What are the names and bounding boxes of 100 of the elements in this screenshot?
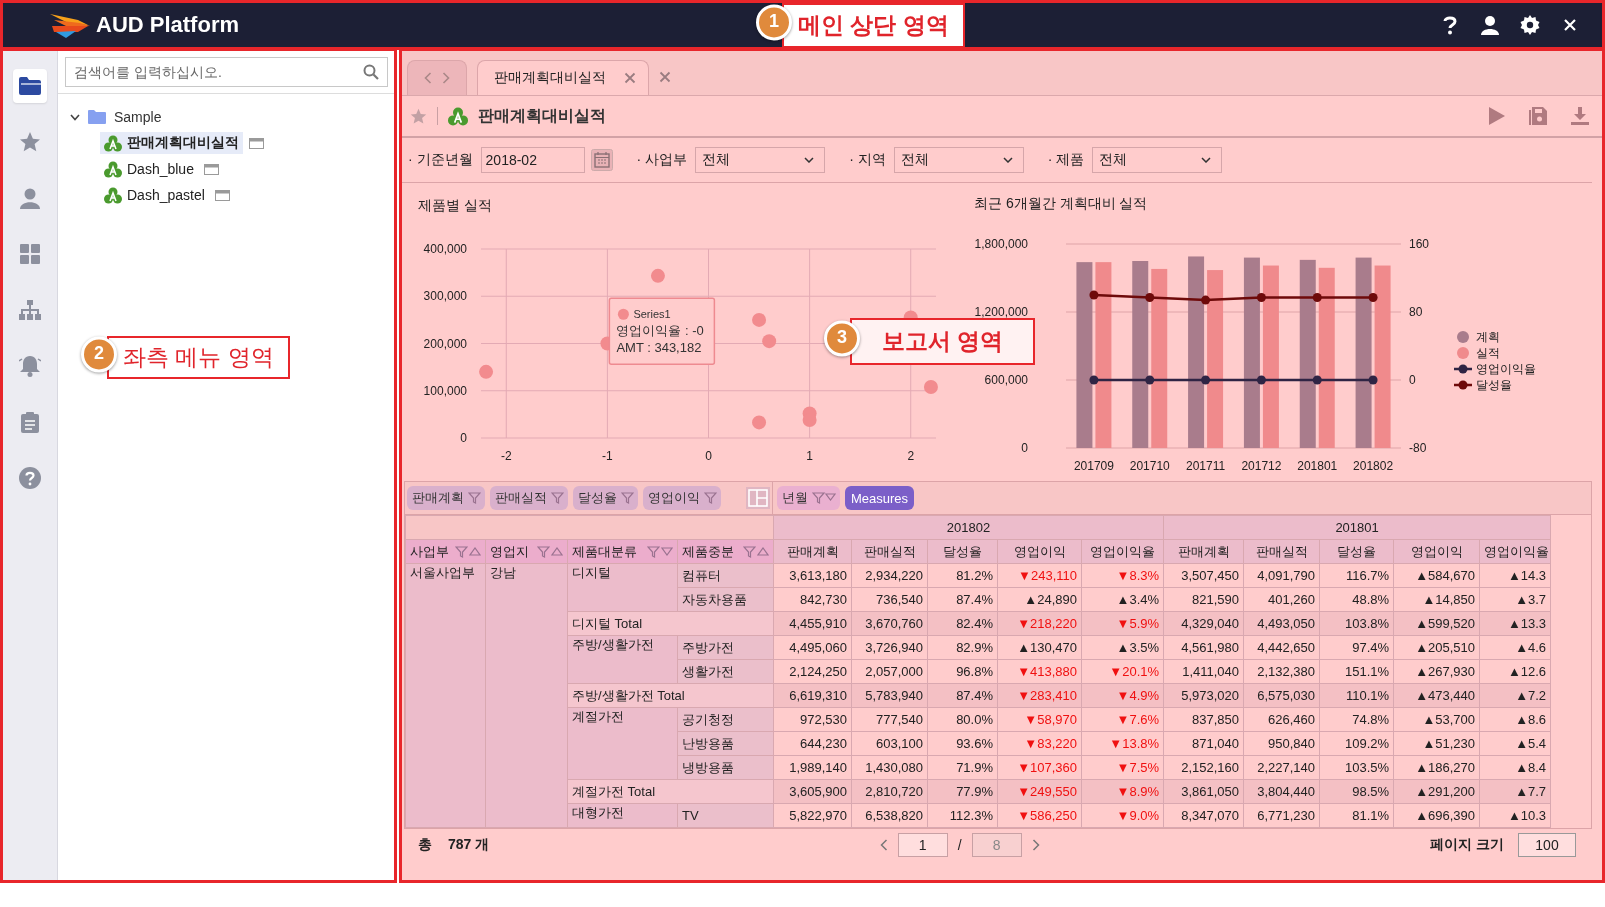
chart-title: 제품별 실적	[418, 197, 492, 215]
field-chip[interactable]: Measures	[845, 486, 915, 510]
axis-label: 201711	[1186, 459, 1226, 473]
tree-item[interactable]: Dash_blue	[100, 158, 198, 180]
axis-label: 0	[460, 431, 467, 445]
tree-item[interactable]: Dash_pastel	[100, 184, 209, 206]
field-chip[interactable]: 달성율	[573, 486, 638, 510]
filter-icon[interactable]	[647, 545, 660, 558]
close-icon[interactable]	[624, 72, 636, 84]
row-header: 주방/생활가전 Total	[567, 683, 774, 708]
row-header: 디지털	[567, 563, 678, 612]
data-point	[752, 415, 767, 430]
row-header: 주방/생활가전	[567, 635, 678, 684]
axis-label: 100,000	[423, 383, 467, 398]
window-icon[interactable]	[214, 189, 230, 201]
axis-label: 400,000	[423, 242, 467, 256]
report-tab[interactable]: 판매계획대비실적	[477, 60, 649, 95]
data-point	[752, 312, 767, 327]
axis-label: 1,200,000	[974, 305, 1028, 319]
axis-label: 1	[806, 449, 813, 463]
table-cell: ▲51,230	[1393, 731, 1480, 756]
data-point	[650, 268, 665, 283]
close-icon[interactable]	[659, 71, 671, 83]
page-count-field: 8	[971, 833, 1022, 857]
dropdown[interactable]: 전체	[893, 147, 1024, 173]
filter-label: · 기준년월	[408, 151, 473, 169]
sort-icon[interactable]	[757, 547, 769, 556]
axis-label: 1,800,000	[974, 237, 1028, 251]
field-chip[interactable]: 판매계획	[407, 486, 485, 510]
axis-label: 80	[1409, 305, 1423, 319]
play-icon[interactable]	[1488, 106, 1506, 126]
callout-label: 보고서 영역	[850, 318, 1036, 365]
filter-icon[interactable]	[551, 492, 564, 504]
field-chip[interactable]: 판매실적	[490, 486, 568, 510]
table-cell: ▲696,390	[1393, 803, 1480, 828]
table-cell: ▲473,440	[1393, 683, 1480, 708]
table-cell: ▲14,850	[1393, 587, 1480, 612]
axis-label: 2	[907, 449, 915, 463]
axis-label: -1	[602, 449, 613, 463]
row-header: TV	[677, 803, 774, 828]
chevron-icon[interactable]	[70, 113, 80, 121]
page-field[interactable]: 1	[897, 833, 948, 857]
row-header: 디지털 Total	[567, 611, 774, 636]
tree-item[interactable]: 판매계획대비실적	[100, 132, 243, 154]
legend-marker-icon	[1454, 364, 1472, 374]
sort-icon[interactable]	[551, 547, 563, 556]
window-icon[interactable]	[203, 163, 219, 175]
filter-icon[interactable]	[455, 545, 468, 558]
download-icon[interactable]	[1570, 106, 1590, 126]
data-point	[802, 413, 817, 428]
report-title: 판매계획대비실적	[478, 105, 606, 126]
report-icon	[104, 186, 122, 204]
user-button[interactable]	[1478, 13, 1502, 37]
dropdown[interactable]: 전체	[1092, 147, 1223, 173]
row-header: 자동차용품	[677, 587, 774, 612]
chart-title: 최근 6개월간 계획대비 실적	[974, 195, 1148, 213]
axis-label: 201710	[1129, 459, 1170, 473]
filter-icon[interactable]	[704, 492, 717, 504]
tree-item[interactable]: Sample	[114, 109, 162, 125]
sort-icon[interactable]	[661, 547, 673, 556]
chevron-right-icon[interactable]	[1031, 839, 1040, 851]
filter-icon[interactable]	[537, 545, 550, 558]
filter-icon[interactable]	[621, 492, 634, 504]
tooltip-text: 영업이익율 : -0	[616, 323, 704, 339]
axis-label: 160	[1409, 237, 1430, 251]
sort-icon[interactable]	[469, 547, 481, 556]
calendar-icon[interactable]	[590, 149, 613, 171]
point	[1256, 375, 1266, 385]
chevron-left-icon[interactable]	[879, 839, 888, 851]
folder-icon	[88, 110, 106, 124]
point	[1312, 375, 1322, 385]
dropdown[interactable]: 전체	[695, 147, 826, 173]
table-cell: ▲267,930	[1393, 659, 1480, 684]
save-icon[interactable]	[1528, 106, 1548, 126]
window-icon[interactable]	[249, 137, 264, 149]
chevron-left-icon[interactable]	[424, 72, 432, 84]
total-label: 총	[418, 836, 432, 854]
filter-icon[interactable]	[743, 545, 756, 558]
date-field[interactable]: 2018-02	[480, 147, 585, 173]
point	[1312, 293, 1322, 303]
point	[1368, 375, 1378, 385]
report-icon	[104, 160, 122, 178]
axis-label: -80	[1409, 441, 1427, 455]
chevron-right-icon[interactable]	[442, 72, 450, 84]
bell-icon	[19, 355, 41, 377]
field-chip[interactable]: 영업이익	[643, 486, 721, 510]
filter-icon[interactable]	[468, 492, 481, 504]
folder-button[interactable]	[13, 69, 47, 103]
favorite-star-icon[interactable]	[410, 107, 427, 125]
row-header: 강남	[485, 563, 568, 828]
row-header: 계절가전 Total	[567, 779, 774, 804]
data-point	[762, 334, 777, 349]
help-icon	[19, 467, 41, 489]
filter-icon[interactable]	[812, 492, 836, 504]
tooltip-text: AMT : 343,182	[616, 340, 702, 356]
settings-button[interactable]	[1518, 13, 1542, 37]
layout-icon[interactable]	[746, 487, 770, 509]
field-chip[interactable]: 년월	[777, 486, 840, 510]
search-field[interactable]: 검색어를 입력하십시오.	[65, 57, 388, 87]
page-size-field[interactable]: 100	[1518, 833, 1576, 857]
